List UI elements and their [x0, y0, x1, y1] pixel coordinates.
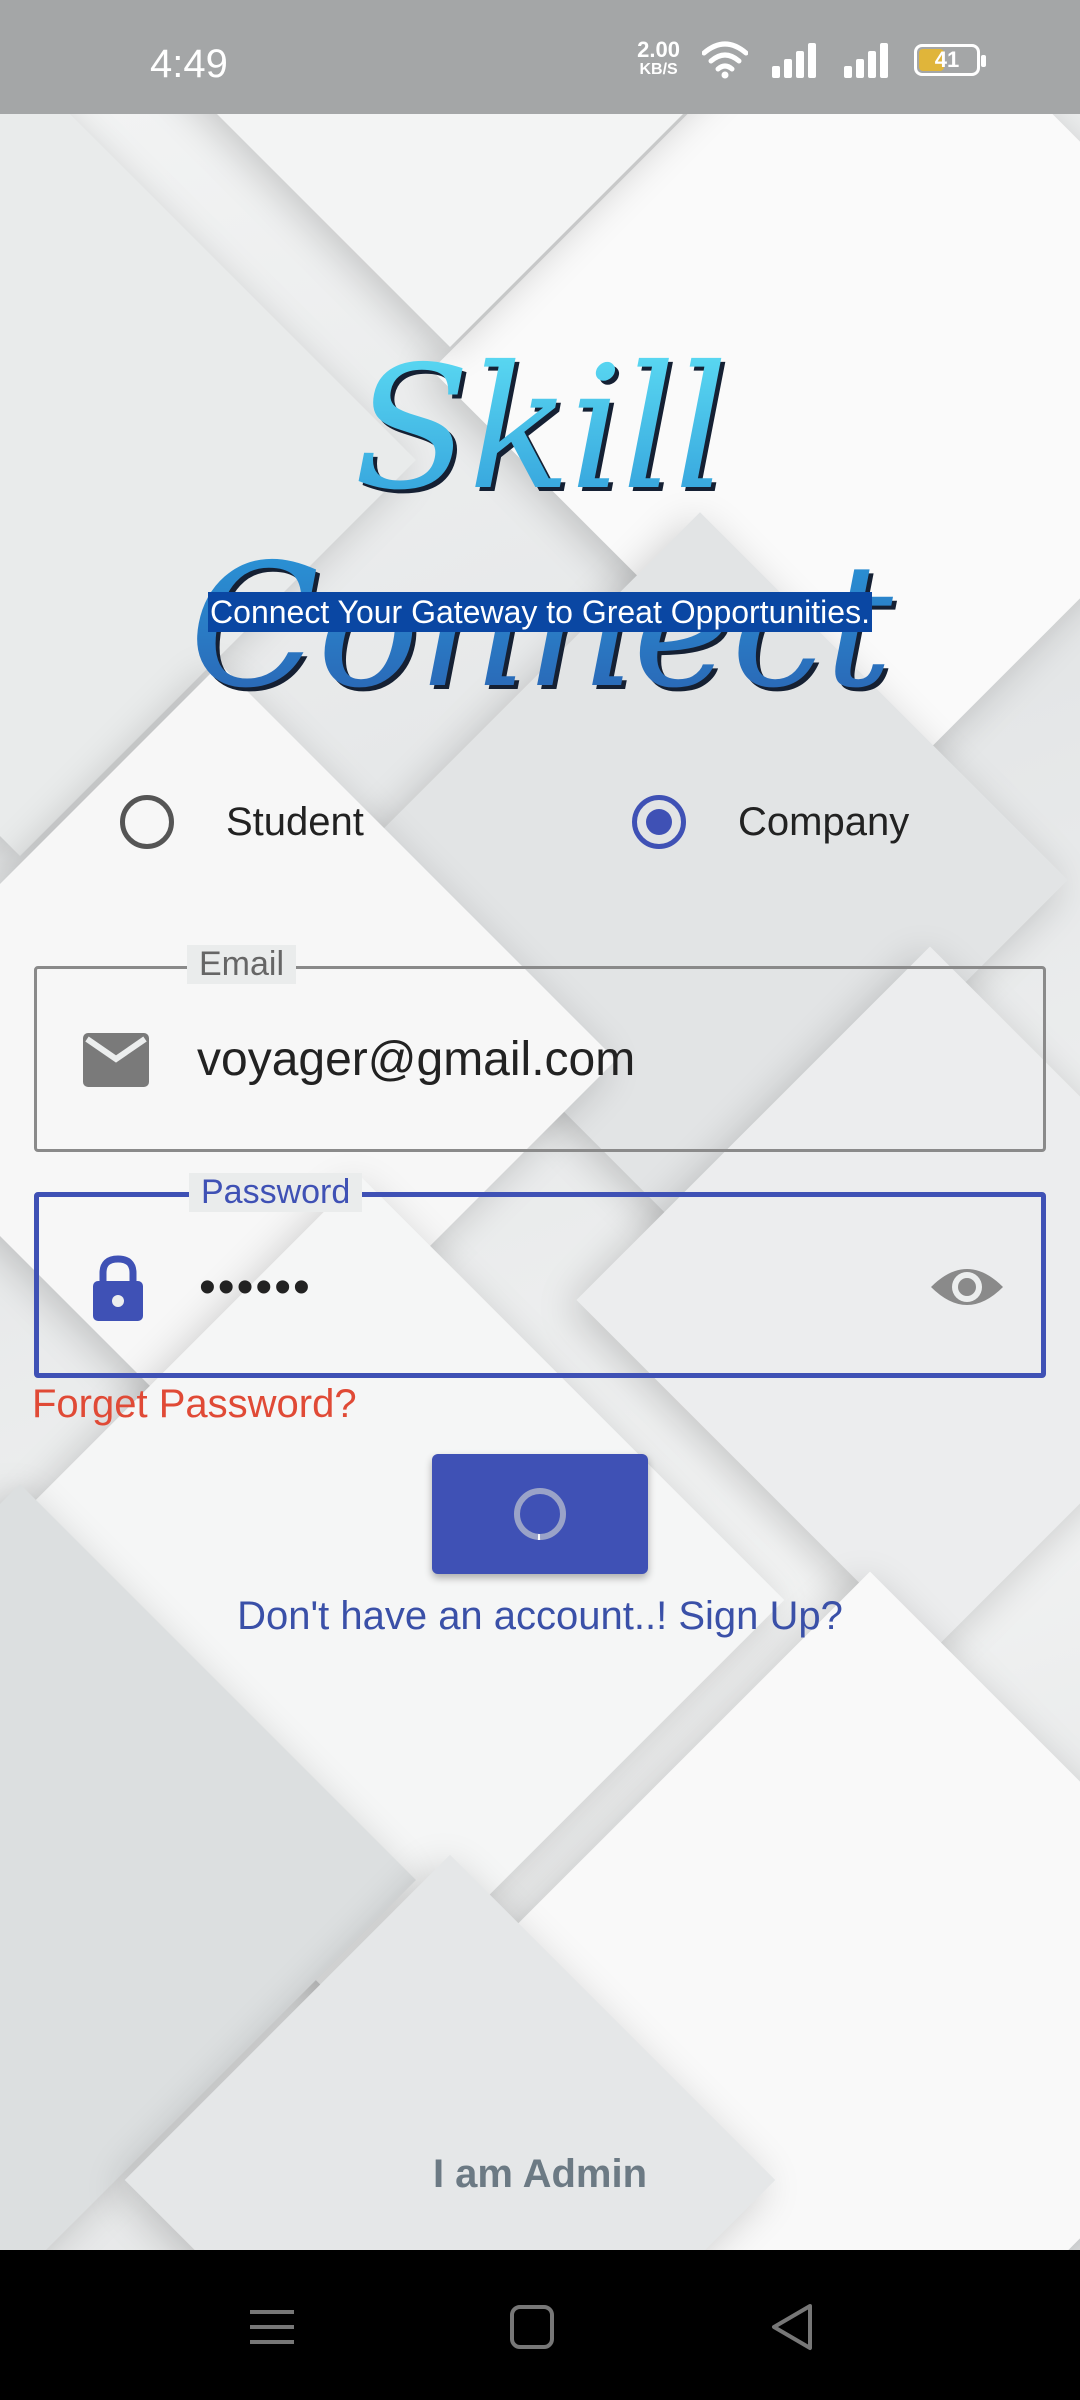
- back-icon[interactable]: [752, 2292, 832, 2362]
- battery-icon: 41: [914, 44, 986, 76]
- navigation-bar: [0, 2250, 1080, 2400]
- menu-icon[interactable]: [232, 2292, 312, 2362]
- lock-icon: [93, 1255, 143, 1321]
- home-icon[interactable]: [492, 2292, 572, 2362]
- signal-icon-2: [844, 43, 888, 78]
- status-bar: 4:49 2.00 KB/S 41: [0, 0, 1080, 114]
- tagline: Connect Your Gateway to Great Opportunit…: [208, 592, 872, 632]
- radio-circle-company[interactable]: [632, 795, 686, 849]
- email-label: Email: [187, 945, 297, 984]
- email-input[interactable]: [197, 1019, 917, 1099]
- radio-circle-student[interactable]: [120, 795, 174, 849]
- forgot-password-link[interactable]: Forget Password?: [32, 1382, 357, 1427]
- password-field[interactable]: Password: [34, 1173, 1046, 1378]
- email-field[interactable]: Email: [34, 945, 1046, 1152]
- mail-icon: [83, 1033, 149, 1087]
- radio-label-student: Student: [226, 799, 364, 844]
- tagline-wrap: Connect Your Gateway to Great Opportunit…: [0, 592, 1080, 632]
- login-button[interactable]: [432, 1454, 648, 1574]
- status-icons: 2.00 KB/S 41: [637, 37, 986, 80]
- sign-up-link[interactable]: Don't have an account..! Sign Up?: [0, 1594, 1080, 1639]
- wifi-icon: [702, 41, 748, 79]
- status-time: 4:49: [150, 42, 228, 86]
- radio-student[interactable]: Student: [120, 795, 364, 849]
- app-logo: Skill Connect: [0, 330, 1080, 726]
- signal-icon: [772, 43, 816, 78]
- loading-spinner-icon: [514, 1488, 566, 1541]
- password-label: Password: [189, 1173, 363, 1212]
- radio-label-company: Company: [738, 799, 910, 844]
- visibility-eye-icon[interactable]: [927, 1255, 1007, 1319]
- radio-company[interactable]: Company: [632, 795, 909, 849]
- net-speed: 2.00 KB/S: [637, 37, 680, 79]
- password-input[interactable]: [199, 1247, 919, 1327]
- admin-link[interactable]: I am Admin: [0, 2152, 1080, 2197]
